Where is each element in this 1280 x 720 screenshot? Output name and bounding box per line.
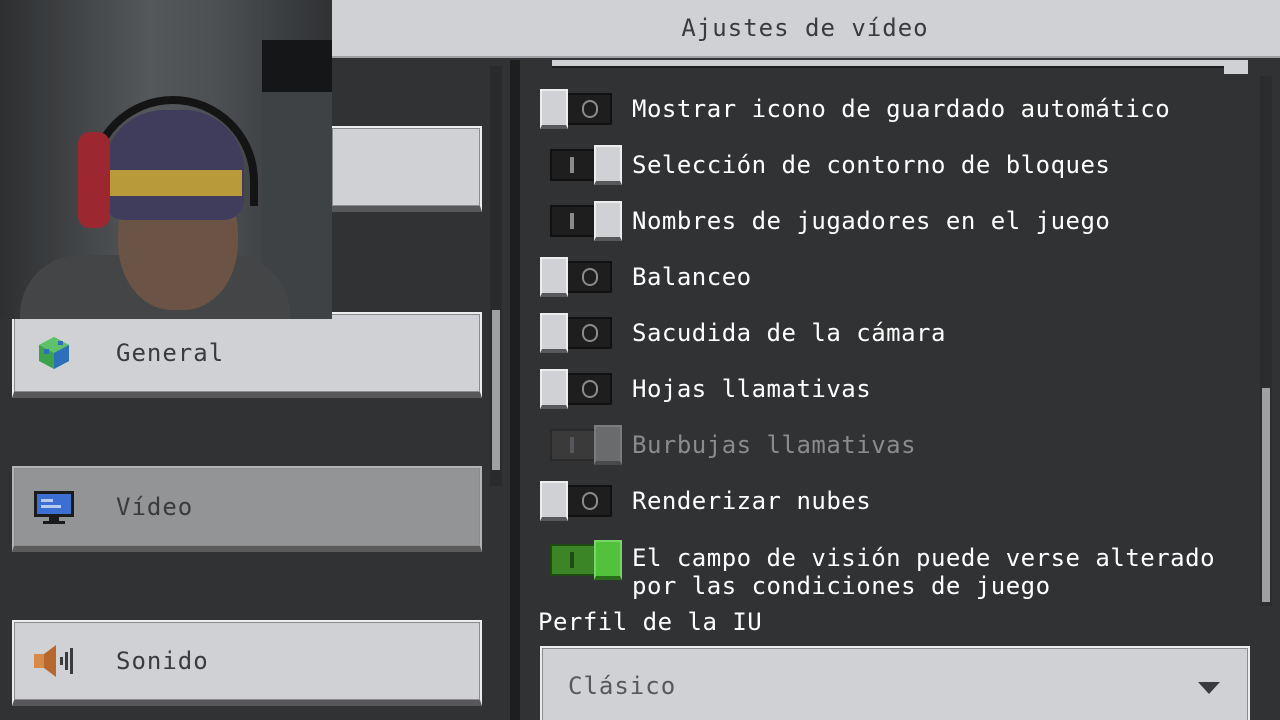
player-names-toggle[interactable]: [550, 201, 622, 241]
chevron-down-icon: [1198, 682, 1220, 694]
page-title: Ajustes de vídeo: [681, 14, 929, 42]
off-indicator-icon: [582, 380, 598, 398]
panel-divider: [510, 60, 520, 720]
setting-label: Nombres de jugadores en el juego: [632, 207, 1111, 235]
view-bobbing-toggle[interactable]: [540, 257, 612, 297]
fov-effects-toggle[interactable]: [550, 540, 622, 580]
off-indicator-icon: [582, 492, 598, 510]
setting-label: Balanceo: [632, 263, 752, 291]
sidebar-scrollbar-thumb[interactable]: [492, 310, 500, 470]
setting-row-render-clouds: Renderizar nubes: [536, 478, 1256, 524]
on-indicator-icon: [570, 552, 574, 568]
sidebar-item-sound[interactable]: Sonido: [12, 620, 482, 706]
setting-label-line1: El campo de visión puede verse alterado: [632, 544, 1216, 572]
settings-scrollbar-thumb[interactable]: [1262, 388, 1270, 602]
setting-label-line2: por las condiciones de juego: [632, 572, 1051, 600]
webcam-overlay: [0, 0, 332, 319]
on-indicator-icon: [570, 157, 574, 173]
ui-profile-dropdown[interactable]: Clásico: [540, 646, 1250, 720]
monitor-icon: [32, 485, 76, 529]
sidebar-item-video[interactable]: Vídeo: [12, 466, 482, 552]
setting-label: Hojas llamativas: [632, 375, 872, 403]
scroll-edge-knob: [1224, 60, 1248, 74]
off-indicator-icon: [582, 268, 598, 286]
sidebar-item-partial[interactable]: [330, 126, 482, 212]
setting-label: Sacudida de la cámara: [632, 319, 946, 347]
autosave-icon-toggle[interactable]: [540, 89, 612, 129]
setting-row-player-names: Nombres de jugadores en el juego: [536, 198, 1256, 244]
setting-label: Burbujas llamativas: [632, 431, 917, 459]
block-outline-toggle[interactable]: [550, 145, 622, 185]
setting-label: Mostrar icono de guardado automático: [632, 95, 1171, 123]
fancy-leaves-toggle[interactable]: [540, 369, 612, 409]
setting-row-fancy-bubbles: Burbujas llamativas: [536, 422, 1256, 468]
off-indicator-icon: [582, 324, 598, 342]
setting-row-autosave-icon: Mostrar icono de guardado automático: [536, 86, 1256, 132]
sidebar-item-label: General: [116, 339, 225, 367]
sidebar-item-label: Sonido: [116, 647, 209, 675]
setting-row-view-bobbing: Balanceo: [536, 254, 1256, 300]
setting-label: Selección de contorno de bloques: [632, 151, 1111, 179]
ui-profile-value: Clásico: [568, 672, 677, 700]
setting-label: Renderizar nubes: [632, 487, 872, 515]
ui-profile-title: Perfil de la IU: [538, 608, 763, 636]
camera-shake-toggle[interactable]: [540, 313, 612, 353]
scroll-edge: [552, 60, 1224, 68]
globe-icon: [32, 331, 76, 375]
off-indicator-icon: [582, 100, 598, 118]
sidebar-item-general[interactable]: General: [12, 312, 482, 398]
render-clouds-toggle[interactable]: [540, 481, 612, 521]
speaker-icon: [32, 639, 76, 683]
on-indicator-icon: [570, 437, 574, 453]
sidebar-item-label: Vídeo: [116, 493, 194, 521]
setting-row-fancy-leaves: Hojas llamativas: [536, 366, 1256, 412]
setting-row-fov-effects: El campo de visión puede verse alterado …: [536, 538, 1256, 602]
fancy-bubbles-toggle: [550, 425, 622, 465]
setting-row-camera-shake: Sacudida de la cámara: [536, 310, 1256, 356]
on-indicator-icon: [570, 213, 574, 229]
setting-row-block-outline: Selección de contorno de bloques: [536, 142, 1256, 188]
